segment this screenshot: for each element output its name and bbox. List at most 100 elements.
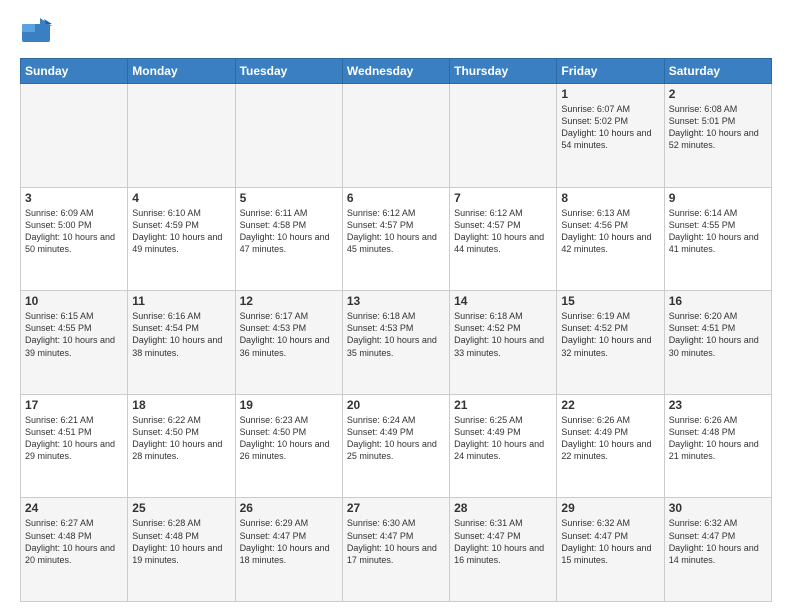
weekday-header: Wednesday xyxy=(342,59,449,84)
day-cell xyxy=(342,84,449,188)
week-row: 1 Sunrise: 6:07 AM Sunset: 5:02 PM Daylig… xyxy=(21,84,772,188)
day-info: Sunrise: 6:22 AM Sunset: 4:50 PM Dayligh… xyxy=(132,414,230,463)
calendar-table: SundayMondayTuesdayWednesdayThursdayFrid… xyxy=(20,58,772,602)
weekday-header: Thursday xyxy=(450,59,557,84)
day-info: Sunrise: 6:15 AM Sunset: 4:55 PM Dayligh… xyxy=(25,310,123,359)
day-number: 9 xyxy=(669,191,767,205)
day-cell: 7 Sunrise: 6:12 AM Sunset: 4:57 PM Daylig… xyxy=(450,187,557,291)
day-number: 25 xyxy=(132,501,230,515)
day-cell: 24 Sunrise: 6:27 AM Sunset: 4:48 PM Dayli… xyxy=(21,498,128,602)
weekday-header: Sunday xyxy=(21,59,128,84)
day-info: Sunrise: 6:12 AM Sunset: 4:57 PM Dayligh… xyxy=(454,207,552,256)
day-cell: 27 Sunrise: 6:30 AM Sunset: 4:47 PM Dayli… xyxy=(342,498,449,602)
day-number: 24 xyxy=(25,501,123,515)
day-number: 30 xyxy=(669,501,767,515)
day-number: 18 xyxy=(132,398,230,412)
day-cell: 16Sunrise: 6:20 AM Sunset: 4:51 PM Dayli… xyxy=(664,291,771,395)
day-cell xyxy=(450,84,557,188)
day-cell: 2 Sunrise: 6:08 AM Sunset: 5:01 PM Daylig… xyxy=(664,84,771,188)
day-info: Sunrise: 6:16 AM Sunset: 4:54 PM Dayligh… xyxy=(132,310,230,359)
weekday-header: Monday xyxy=(128,59,235,84)
day-number: 13 xyxy=(347,294,445,308)
day-info: Sunrise: 6:24 AM Sunset: 4:49 PM Dayligh… xyxy=(347,414,445,463)
day-info: Sunrise: 6:31 AM Sunset: 4:47 PM Dayligh… xyxy=(454,517,552,566)
day-cell xyxy=(235,84,342,188)
day-info: Sunrise: 6:28 AM Sunset: 4:48 PM Dayligh… xyxy=(132,517,230,566)
day-cell: 10 Sunrise: 6:15 AM Sunset: 4:55 PM Dayli… xyxy=(21,291,128,395)
day-number: 3 xyxy=(25,191,123,205)
day-info: Sunrise: 6:20 AM Sunset: 4:51 PM Dayligh… xyxy=(669,310,767,359)
day-number: 22 xyxy=(561,398,659,412)
day-number: 15 xyxy=(561,294,659,308)
day-number: 26 xyxy=(240,501,338,515)
day-number: 10 xyxy=(25,294,123,308)
page: SundayMondayTuesdayWednesdayThursdayFrid… xyxy=(0,0,792,612)
day-cell xyxy=(21,84,128,188)
day-info: Sunrise: 6:30 AM Sunset: 4:47 PM Dayligh… xyxy=(347,517,445,566)
day-info: Sunrise: 6:08 AM Sunset: 5:01 PM Dayligh… xyxy=(669,103,767,152)
day-number: 17 xyxy=(25,398,123,412)
day-cell: 28 Sunrise: 6:31 AM Sunset: 4:47 PM Dayli… xyxy=(450,498,557,602)
week-row: 10 Sunrise: 6:15 AM Sunset: 4:55 PM Dayli… xyxy=(21,291,772,395)
day-cell: 13 Sunrise: 6:18 AM Sunset: 4:53 PM Dayli… xyxy=(342,291,449,395)
day-number: 5 xyxy=(240,191,338,205)
week-row: 17 Sunrise: 6:21 AM Sunset: 4:51 PM Dayli… xyxy=(21,394,772,498)
day-cell: 29Sunrise: 6:32 AM Sunset: 4:47 PM Dayli… xyxy=(557,498,664,602)
calendar: SundayMondayTuesdayWednesdayThursdayFrid… xyxy=(20,58,772,602)
day-number: 8 xyxy=(561,191,659,205)
day-number: 12 xyxy=(240,294,338,308)
day-info: Sunrise: 6:13 AM Sunset: 4:56 PM Dayligh… xyxy=(561,207,659,256)
day-info: Sunrise: 6:12 AM Sunset: 4:57 PM Dayligh… xyxy=(347,207,445,256)
day-number: 21 xyxy=(454,398,552,412)
calendar-body: 1 Sunrise: 6:07 AM Sunset: 5:02 PM Daylig… xyxy=(21,84,772,602)
day-info: Sunrise: 6:26 AM Sunset: 4:49 PM Dayligh… xyxy=(561,414,659,463)
day-info: Sunrise: 6:10 AM Sunset: 4:59 PM Dayligh… xyxy=(132,207,230,256)
day-cell: 30 Sunrise: 6:32 AM Sunset: 4:47 PM Dayli… xyxy=(664,498,771,602)
day-cell: 17 Sunrise: 6:21 AM Sunset: 4:51 PM Dayli… xyxy=(21,394,128,498)
day-cell: 25 Sunrise: 6:28 AM Sunset: 4:48 PM Dayli… xyxy=(128,498,235,602)
day-number: 1 xyxy=(561,87,659,101)
weekday-header: Tuesday xyxy=(235,59,342,84)
day-cell: 20Sunrise: 6:24 AM Sunset: 4:49 PM Dayli… xyxy=(342,394,449,498)
day-number: 11 xyxy=(132,294,230,308)
day-cell: 18 Sunrise: 6:22 AM Sunset: 4:50 PM Dayli… xyxy=(128,394,235,498)
day-info: Sunrise: 6:29 AM Sunset: 4:47 PM Dayligh… xyxy=(240,517,338,566)
day-cell: 22 Sunrise: 6:26 AM Sunset: 4:49 PM Dayli… xyxy=(557,394,664,498)
day-info: Sunrise: 6:18 AM Sunset: 4:53 PM Dayligh… xyxy=(347,310,445,359)
day-cell: 19 Sunrise: 6:23 AM Sunset: 4:50 PM Dayli… xyxy=(235,394,342,498)
day-number: 27 xyxy=(347,501,445,515)
day-info: Sunrise: 6:09 AM Sunset: 5:00 PM Dayligh… xyxy=(25,207,123,256)
day-info: Sunrise: 6:07 AM Sunset: 5:02 PM Dayligh… xyxy=(561,103,659,152)
day-info: Sunrise: 6:21 AM Sunset: 4:51 PM Dayligh… xyxy=(25,414,123,463)
week-row: 3 Sunrise: 6:09 AM Sunset: 5:00 PM Daylig… xyxy=(21,187,772,291)
day-cell: 11 Sunrise: 6:16 AM Sunset: 4:54 PM Dayli… xyxy=(128,291,235,395)
day-number: 4 xyxy=(132,191,230,205)
day-cell: 5 Sunrise: 6:11 AM Sunset: 4:58 PM Daylig… xyxy=(235,187,342,291)
day-info: Sunrise: 6:14 AM Sunset: 4:55 PM Dayligh… xyxy=(669,207,767,256)
day-cell: 3 Sunrise: 6:09 AM Sunset: 5:00 PM Daylig… xyxy=(21,187,128,291)
day-info: Sunrise: 6:32 AM Sunset: 4:47 PM Dayligh… xyxy=(669,517,767,566)
day-number: 2 xyxy=(669,87,767,101)
week-row: 24 Sunrise: 6:27 AM Sunset: 4:48 PM Dayli… xyxy=(21,498,772,602)
weekday-header: Saturday xyxy=(664,59,771,84)
day-cell: 23 Sunrise: 6:26 AM Sunset: 4:48 PM Dayli… xyxy=(664,394,771,498)
day-number: 14 xyxy=(454,294,552,308)
day-number: 6 xyxy=(347,191,445,205)
day-number: 23 xyxy=(669,398,767,412)
day-info: Sunrise: 6:25 AM Sunset: 4:49 PM Dayligh… xyxy=(454,414,552,463)
day-number: 7 xyxy=(454,191,552,205)
day-number: 29 xyxy=(561,501,659,515)
day-info: Sunrise: 6:27 AM Sunset: 4:48 PM Dayligh… xyxy=(25,517,123,566)
calendar-header: SundayMondayTuesdayWednesdayThursdayFrid… xyxy=(21,59,772,84)
day-info: Sunrise: 6:23 AM Sunset: 4:50 PM Dayligh… xyxy=(240,414,338,463)
day-info: Sunrise: 6:26 AM Sunset: 4:48 PM Dayligh… xyxy=(669,414,767,463)
day-cell: 4 Sunrise: 6:10 AM Sunset: 4:59 PM Daylig… xyxy=(128,187,235,291)
day-number: 19 xyxy=(240,398,338,412)
header xyxy=(20,16,772,48)
day-cell: 21 Sunrise: 6:25 AM Sunset: 4:49 PM Dayli… xyxy=(450,394,557,498)
day-number: 28 xyxy=(454,501,552,515)
day-info: Sunrise: 6:17 AM Sunset: 4:53 PM Dayligh… xyxy=(240,310,338,359)
day-info: Sunrise: 6:19 AM Sunset: 4:52 PM Dayligh… xyxy=(561,310,659,359)
day-info: Sunrise: 6:11 AM Sunset: 4:58 PM Dayligh… xyxy=(240,207,338,256)
logo xyxy=(20,16,54,48)
